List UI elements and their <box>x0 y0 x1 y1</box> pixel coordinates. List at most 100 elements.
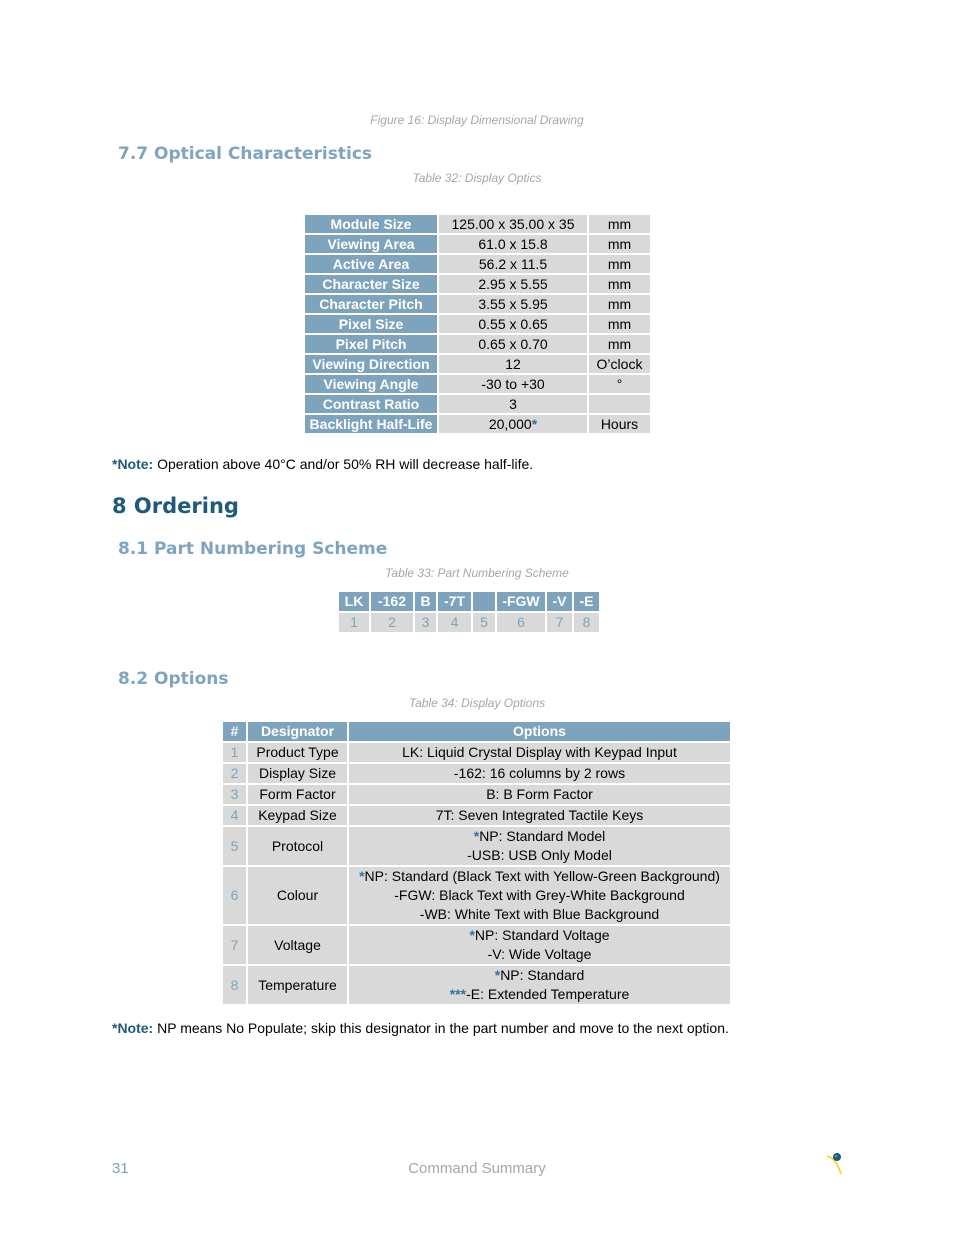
table-caption-32: Table 32: Display Optics <box>412 171 542 185</box>
designator: Temperature <box>248 966 347 1006</box>
note-label: *Note: <box>112 456 154 472</box>
header-options: Options <box>349 722 730 743</box>
option-text: -162: 16 columns by 2 rows <box>453 765 626 781</box>
optics-note: *Note: Operation above 40°C and/or 50% R… <box>112 456 533 472</box>
table-row: Pixel Pitch 0.65 x 0.70 mm <box>305 335 650 355</box>
header-designator: Designator <box>248 722 347 743</box>
options-cell: 7T: Seven Integrated Tactile Keys <box>349 806 730 827</box>
part-code-cell: LK <box>339 592 369 613</box>
note-text: Operation above 40°C and/or 50% RH will … <box>153 456 534 472</box>
option-text: NP: Standard Model <box>479 828 606 844</box>
value-text: 0.65 x 0.70 <box>478 336 548 352</box>
header-num: # <box>223 722 246 743</box>
table-header-row: # Designator Options <box>223 722 730 743</box>
table-row: Backlight Half-Life 20,000* Hours <box>305 415 650 435</box>
value-text: 3 <box>509 396 517 412</box>
table-row: Viewing Area 61.0 x 15.8 mm <box>305 235 650 255</box>
optic-value: 12 <box>439 355 587 375</box>
optic-unit: ° <box>589 375 650 395</box>
part-position-cell: 2 <box>371 613 413 634</box>
part-code-cell: -7T <box>438 592 471 613</box>
optic-value: 2.95 x 5.55 <box>439 275 587 295</box>
table-row: 4 Keypad Size 7T: Seven Integrated Tactile… <box>223 806 730 827</box>
value-text: 125.00 x 35.00 x 35 <box>451 216 575 232</box>
optic-value: 3 <box>439 395 587 415</box>
table-row: 6 Colour *NP: Standard (Black Text with Ye… <box>223 867 730 926</box>
optic-unit: mm <box>589 255 650 275</box>
optic-label: Viewing Angle <box>305 375 437 395</box>
option-text: NP: Standard (Black Text with Yellow-Gre… <box>364 868 720 884</box>
figure-caption: Figure 16: Display Dimensional Drawing <box>370 113 584 127</box>
optic-unit <box>589 395 650 415</box>
part-code-cell <box>473 592 495 613</box>
optic-unit: mm <box>589 215 650 235</box>
option-text: LK: Liquid Crystal Display with Keypad I… <box>402 744 677 760</box>
part-position-cell: 3 <box>415 613 436 634</box>
option-line: -V: Wide Voltage <box>349 945 730 964</box>
row-number: 2 <box>223 764 246 785</box>
option-text: NP: Standard <box>500 967 585 983</box>
option-line: *NP: Standard Model <box>349 827 730 846</box>
part-position-row: 12345678 <box>339 613 599 634</box>
table-caption-33: Table 33: Part Numbering Scheme <box>385 566 569 580</box>
options-cell: *NP: Standard Voltage -V: Wide Voltage <box>349 926 730 966</box>
designator: Product Type <box>248 743 347 764</box>
optic-unit: Hours <box>589 415 650 435</box>
optic-label: Character Pitch <box>305 295 437 315</box>
options-cell: -162: 16 columns by 2 rows <box>349 764 730 785</box>
optic-value: -30 to +30 <box>439 375 587 395</box>
optic-unit: mm <box>589 275 650 295</box>
part-code-cell: -162 <box>371 592 413 613</box>
note-label: *Note: <box>112 1020 154 1036</box>
optic-value: 20,000* <box>439 415 587 435</box>
table-caption-34: Table 34: Display Options <box>408 696 546 710</box>
option-text: -V: Wide Voltage <box>487 946 592 962</box>
table-row: Character Size 2.95 x 5.55 mm <box>305 275 650 295</box>
optic-unit: mm <box>589 335 650 355</box>
optic-label: Active Area <box>305 255 437 275</box>
designator: Colour <box>248 867 347 926</box>
option-line: LK: Liquid Crystal Display with Keypad I… <box>349 743 730 762</box>
footnote-star: *** <box>449 986 467 1002</box>
option-text: -WB: White Text with Blue Background <box>419 906 660 922</box>
value-text: 61.0 x 15.8 <box>478 236 548 252</box>
footnote-star: * <box>531 416 538 432</box>
option-text: -USB: USB Only Model <box>467 847 612 863</box>
table-row: 8 Temperature *NP: Standard ***-E: Extended… <box>223 966 730 1006</box>
table-row: 5 Protocol *NP: Standard Model -USB: USB On… <box>223 827 730 867</box>
optic-value: 3.55 x 5.95 <box>439 295 587 315</box>
optic-unit: mm <box>589 295 650 315</box>
option-text: NP: Standard Voltage <box>474 927 610 943</box>
row-number: 5 <box>223 827 246 867</box>
optic-value: 125.00 x 35.00 x 35 <box>439 215 587 235</box>
row-number: 8 <box>223 966 246 1006</box>
option-line: *NP: Standard Voltage <box>349 926 730 945</box>
designator: Keypad Size <box>248 806 347 827</box>
section-heading-8-2: 8.2 Options <box>118 669 229 689</box>
part-code-cell: -V <box>547 592 572 613</box>
designator: Display Size <box>248 764 347 785</box>
section-heading-7-7: 7.7 Optical Characteristics <box>118 144 373 164</box>
table-row: Viewing Direction 12 O’clock <box>305 355 650 375</box>
note-text: NP means No Populate; skip this designat… <box>153 1020 729 1036</box>
options-cell: *NP: Standard (Black Text with Yellow-Gr… <box>349 867 730 926</box>
optic-label: Pixel Pitch <box>305 335 437 355</box>
optic-unit: mm <box>589 235 650 255</box>
part-code-row: LK -162 B -7T -FGW -V -E <box>339 592 599 613</box>
table-row: 1 Product Type LK: Liquid Crystal Display … <box>223 743 730 764</box>
value-text: 12 <box>505 356 521 372</box>
optic-unit: O’clock <box>589 355 650 375</box>
option-line: *NP: Standard (Black Text with Yellow-Gr… <box>349 867 730 886</box>
optic-label: Contrast Ratio <box>305 395 437 415</box>
part-position-cell: 1 <box>339 613 369 634</box>
table-row: 2 Display Size -162: 16 columns by 2 rows <box>223 764 730 785</box>
part-position-cell: 6 <box>497 613 545 634</box>
part-code-cell: B <box>415 592 436 613</box>
optic-label: Character Size <box>305 275 437 295</box>
table-row: 3 Form Factor B: B Form Factor <box>223 785 730 806</box>
optic-label: Viewing Direction <box>305 355 437 375</box>
options-cell: *NP: Standard ***-E: Extended Temperature <box>349 966 730 1006</box>
table-row: Module Size 125.00 x 35.00 x 35 mm <box>305 215 650 235</box>
value-text: 3.55 x 5.95 <box>478 296 548 312</box>
option-text: B: B Form Factor <box>486 786 593 802</box>
